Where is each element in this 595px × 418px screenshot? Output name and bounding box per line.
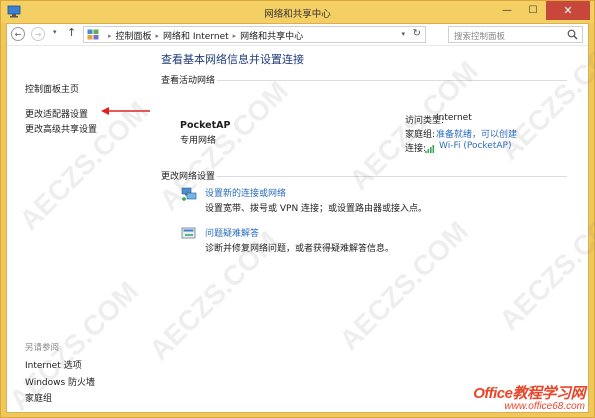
breadcrumb-separator[interactable]: ▸ (233, 32, 237, 40)
internet-options-link[interactable]: Internet 选项 (25, 358, 82, 371)
address-bar[interactable]: ▸ 控制面板 ▸ 网络和 Internet ▸ 网络和共享中心 ▾ ↻ (83, 26, 426, 43)
control-panel-home-link[interactable]: 控制面板主页 (25, 82, 79, 95)
breadcrumb-separator: ▸ (108, 31, 112, 40)
title-bar: 网络和共享中心 — ☐ ✕ (1, 1, 594, 23)
change-advanced-sharing-link[interactable]: 更改高级共享设置 (25, 122, 97, 135)
change-adapter-settings-link[interactable]: 更改适配器设置 (25, 107, 88, 120)
setup-new-connection-description: 设置宽带、拨号或 VPN 连接；或设置路由器或接入点。 (205, 204, 428, 214)
troubleshoot-description: 诊断并修复网络问题，或者获得疑难解答信息。 (205, 244, 395, 254)
minimize-button[interactable]: — (494, 1, 520, 20)
new-connection-icon (181, 187, 197, 201)
close-button[interactable]: ✕ (546, 1, 590, 20)
navigation-bar: ← → ▾ ↑ ▸ 控制面板 ▸ 网络和 Internet ▸ 网络和共享中心 (7, 24, 588, 46)
red-arrow-annotation (101, 107, 150, 115)
wifi-connection-link[interactable]: Wi-Fi (PocketAP) (439, 141, 511, 151)
left-pane: 控制面板主页 更改适配器设置 更改高级共享设置 另请参阅 Internet 选项… (7, 47, 157, 412)
breadcrumb-separator[interactable]: ▸ (156, 32, 160, 40)
refresh-icon[interactable]: ↻ (413, 28, 421, 39)
troubleshoot-link[interactable]: 问题疑难解答 (205, 226, 259, 239)
search-icon[interactable] (567, 29, 578, 40)
window: 网络和共享中心 — ☐ ✕ ← → ▾ ↑ ▸ 控制面板 ▸ 网络和 Inter… (0, 0, 595, 418)
page-title: 查看基本网络信息并设置连接 (161, 53, 304, 66)
forward-button[interactable]: → (31, 27, 45, 41)
network-name: PocketAP (180, 120, 231, 131)
section-divider (217, 176, 567, 177)
breadcrumb-network-sharing-center[interactable]: 网络和共享中心 (240, 29, 303, 42)
section-divider (217, 80, 567, 81)
setup-new-connection-link[interactable]: 设置新的连接或网络 (205, 186, 286, 199)
windows-firewall-link[interactable]: Windows 防火墙 (25, 375, 95, 388)
search-placeholder: 搜索控制面板 (454, 32, 506, 42)
client-area: ← → ▾ ↑ ▸ 控制面板 ▸ 网络和 Internet ▸ 网络和共享中心 (6, 23, 589, 413)
brand-name: Office教程学习网 (473, 385, 585, 402)
wifi-signal-icon (425, 145, 435, 153)
network-type-link[interactable]: 专用网络 (180, 133, 216, 146)
homegroup-label: 家庭组: (405, 130, 436, 140)
control-panel-icon (87, 29, 99, 40)
back-button[interactable]: ← (11, 27, 25, 41)
breadcrumb-network-internet[interactable]: 网络和 Internet (163, 29, 229, 42)
breadcrumb-control-panel[interactable]: 控制面板 (116, 29, 152, 42)
see-also-heading: 另请参阅 (25, 343, 60, 353)
homegroup-link[interactable]: 家庭组 (25, 391, 52, 404)
maximize-button[interactable]: ☐ (520, 1, 546, 20)
breadcrumb: ▸ 控制面板 ▸ 网络和 Internet ▸ 网络和共享中心 (104, 29, 303, 43)
recent-pages-dropdown[interactable]: ▾ (53, 28, 57, 36)
change-network-settings-header: 更改网络设置 (161, 172, 216, 182)
address-history-dropdown[interactable]: ▾ (401, 30, 405, 38)
main-pane: 查看基本网络信息并设置连接 查看活动网络 PocketAP 专用网络 访问类型:… (159, 47, 589, 412)
homegroup-value-link[interactable]: 准备就绪，可以创建 (436, 127, 517, 140)
active-networks-header: 查看活动网络 (161, 76, 216, 86)
search-box[interactable]: 搜索控制面板 (448, 26, 583, 43)
up-button[interactable]: ↑ (67, 26, 76, 39)
access-type-value: Internet (436, 113, 472, 123)
site-brand-watermark: Office教程学习网 www.office68.com (473, 382, 585, 412)
troubleshoot-icon (181, 227, 196, 239)
connections-label: 连接: (405, 144, 427, 154)
